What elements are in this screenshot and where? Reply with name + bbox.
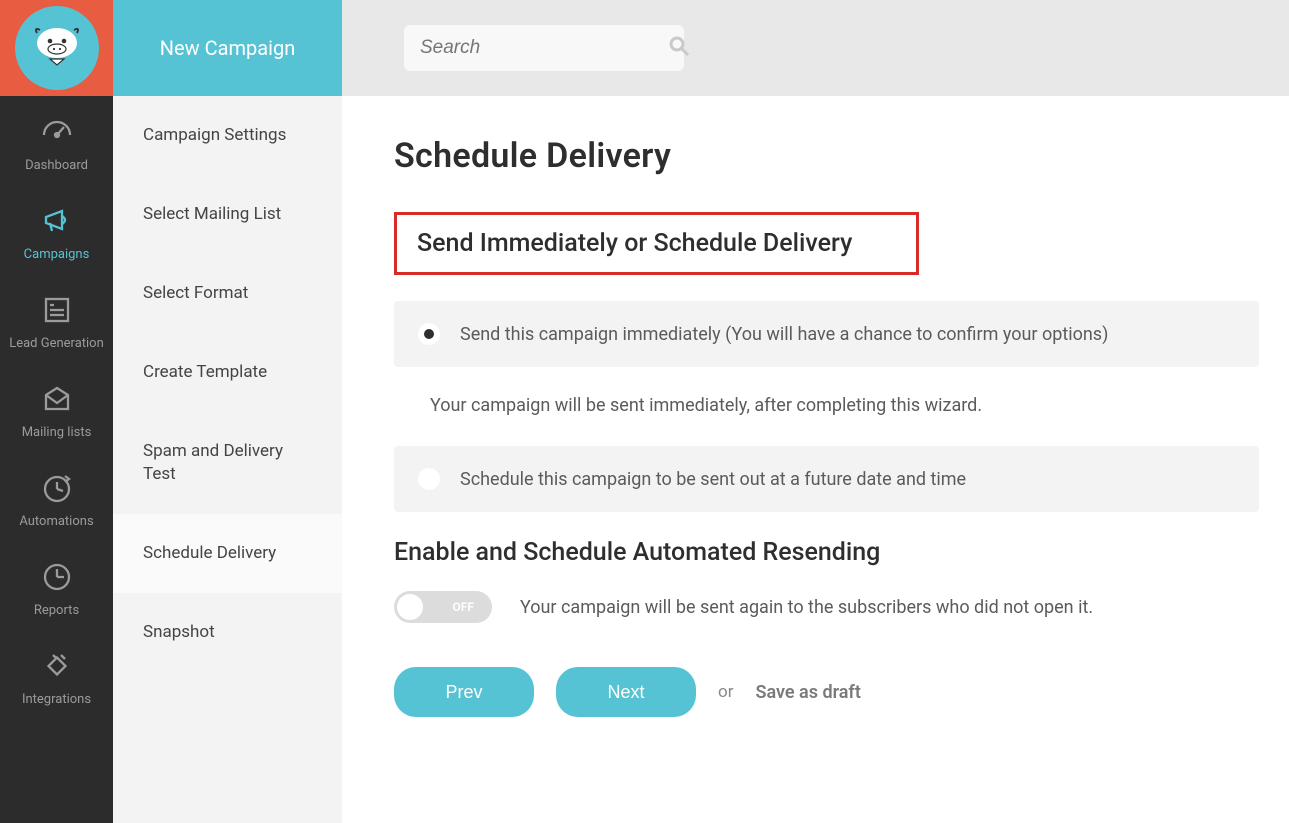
rail-item-label: Campaigns [24, 247, 90, 262]
highlighted-section-title: Send Immediately or Schedule Delivery [394, 212, 919, 275]
prev-button[interactable]: Prev [394, 667, 534, 717]
rail-item-label: Dashboard [25, 158, 88, 173]
resend-toggle[interactable]: OFF [394, 591, 492, 623]
rail-item-label: Mailing lists [22, 425, 92, 440]
rail-item-mailing-lists[interactable]: Mailing lists [0, 363, 113, 452]
rail-item-label: Lead Generation [9, 336, 104, 351]
logo-circle [15, 6, 99, 90]
resend-helper-text: Your campaign will be sent again to the … [520, 597, 1093, 618]
sidebar-item-spam-delivery-test[interactable]: Spam and Delivery Test [113, 412, 342, 514]
clock-arrow-icon [39, 470, 75, 506]
sidebar-item-create-template[interactable]: Create Template [113, 333, 342, 412]
rail-item-automations[interactable]: Automations [0, 452, 113, 541]
rail-item-dashboard[interactable]: Dashboard [0, 96, 113, 185]
rail-item-label: Integrations [22, 692, 91, 707]
sidebar-header-label: New Campaign [160, 36, 296, 60]
next-button[interactable]: Next [556, 667, 696, 717]
save-as-draft-link[interactable]: Save as draft [755, 682, 860, 703]
search-icon [667, 34, 691, 62]
sidebar-item-label: Schedule Delivery [143, 543, 276, 563]
radio-send-immediately[interactable] [418, 323, 440, 345]
form-icon [39, 292, 75, 328]
topbar [342, 0, 1289, 96]
toggle-label: OFF [453, 600, 474, 614]
search-input[interactable] [420, 37, 667, 59]
rail-item-lead-generation[interactable]: Lead Generation [0, 274, 113, 363]
toggle-knob [397, 594, 423, 620]
wizard-footer: Prev Next or Save as draft [394, 667, 1259, 717]
option-send-immediately[interactable]: Send this campaign immediately (You will… [394, 301, 1259, 367]
radio-schedule-later[interactable] [418, 468, 440, 490]
sidebar-item-label: Create Template [143, 362, 267, 382]
page-title: Schedule Delivery [394, 136, 1259, 176]
sidebar-item-campaign-settings[interactable]: Campaign Settings [113, 96, 342, 175]
option-label: Send this campaign immediately (You will… [460, 324, 1108, 345]
rail-item-label: Automations [19, 514, 93, 529]
sidebar-item-label: Select Mailing List [143, 204, 281, 224]
resend-section-title: Enable and Schedule Automated Resending [394, 538, 1259, 567]
plug-icon [39, 648, 75, 684]
sidebar-item-label: Campaign Settings [143, 125, 286, 145]
brand-logo[interactable] [0, 0, 113, 96]
sidebar-header: New Campaign [113, 0, 342, 96]
sidebar-item-label: Select Format [143, 283, 248, 303]
rail-item-label: Reports [34, 603, 79, 618]
content-area: Schedule Delivery Send Immediately or Sc… [342, 96, 1289, 823]
rail-item-campaigns[interactable]: Campaigns [0, 185, 113, 274]
sidebar-item-label: Spam and Delivery Test [143, 441, 283, 484]
envelope-icon [39, 381, 75, 417]
rail-item-integrations[interactable]: Integrations [0, 630, 113, 719]
wizard-sidebar: New Campaign Campaign Settings Select Ma… [113, 0, 342, 823]
option-label: Schedule this campaign to be sent out at… [460, 469, 966, 490]
megaphone-icon [39, 203, 75, 239]
sidebar-item-select-mailing-list[interactable]: Select Mailing List [113, 175, 342, 254]
cow-logo-icon [30, 21, 84, 75]
search-box[interactable] [404, 25, 684, 71]
gauge-icon [39, 114, 75, 150]
rail-item-reports[interactable]: Reports [0, 541, 113, 630]
resend-toggle-row: OFF Your campaign will be sent again to … [394, 591, 1259, 623]
clock-icon [39, 559, 75, 595]
sidebar-item-schedule-delivery[interactable]: Schedule Delivery [113, 514, 342, 593]
or-text: or [718, 682, 733, 702]
sidebar-item-select-format[interactable]: Select Format [113, 254, 342, 333]
nav-rail: Dashboard Campaigns Lead Generation [0, 0, 113, 823]
sidebar-item-snapshot[interactable]: Snapshot [113, 593, 342, 672]
sidebar-item-label: Snapshot [143, 622, 215, 642]
immediate-helper-text: Your campaign will be sent immediately, … [394, 389, 1259, 446]
option-schedule-later[interactable]: Schedule this campaign to be sent out at… [394, 446, 1259, 512]
main-column: Schedule Delivery Send Immediately or Sc… [342, 0, 1289, 823]
send-section-title: Send Immediately or Schedule Delivery [417, 229, 852, 258]
